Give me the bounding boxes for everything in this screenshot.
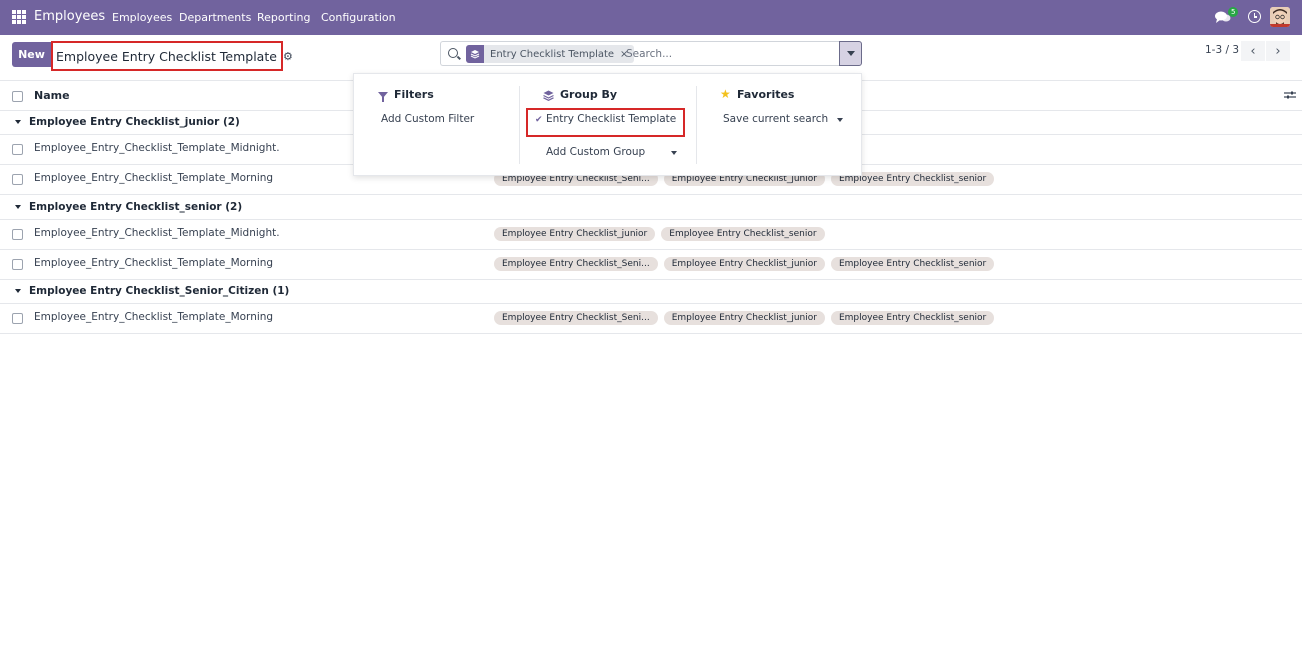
top-navbar: Employees Employees Departments Reportin… bbox=[0, 0, 1302, 35]
column-divider bbox=[696, 86, 697, 164]
search-bar: Entry Checklist Template × bbox=[440, 41, 840, 66]
table-row[interactable]: Employee_Entry_Checklist_Template_Mornin… bbox=[0, 250, 1302, 280]
pager-previous-button[interactable]: ‹ bbox=[1241, 41, 1265, 61]
caret-down-icon bbox=[15, 205, 21, 209]
row-checkbox[interactable] bbox=[12, 174, 23, 185]
filter-icon bbox=[378, 92, 388, 102]
row-checkbox[interactable] bbox=[12, 259, 23, 270]
menu-employees[interactable]: Employees bbox=[112, 11, 172, 24]
row-checkbox[interactable] bbox=[12, 313, 23, 324]
select-all-checkbox[interactable] bbox=[12, 91, 23, 102]
group-label: Employee Entry Checklist_junior (2) bbox=[29, 116, 240, 128]
tag: Employee Entry Checklist_Seni... bbox=[494, 257, 658, 271]
group-label: Employee Entry Checklist_senior (2) bbox=[29, 201, 243, 213]
tag: Employee Entry Checklist_senior bbox=[830, 257, 995, 271]
apps-grid-icon[interactable] bbox=[12, 10, 26, 24]
group-row[interactable]: Employee Entry Checklist_Senior_Citizen … bbox=[0, 280, 1302, 304]
pager-value[interactable]: 1-3 / 3 bbox=[1205, 44, 1239, 56]
caret-down-icon bbox=[15, 289, 21, 293]
tag: Employee Entry Checklist_Seni... bbox=[494, 311, 658, 325]
tag: Employee Entry Checklist_junior bbox=[663, 257, 825, 271]
chevron-down-icon bbox=[671, 151, 677, 155]
pager-next-button[interactable]: › bbox=[1266, 41, 1290, 61]
activity-clock-icon[interactable] bbox=[1248, 10, 1261, 23]
row-name: Employee_Entry_Checklist_Template_Mornin… bbox=[34, 311, 274, 323]
groupby-title: Group By bbox=[560, 88, 618, 101]
tag-list: Employee Entry Checklist_Seni... Employe… bbox=[494, 311, 1000, 325]
chevron-down-icon bbox=[837, 118, 843, 122]
page-title: Employee Entry Checklist Template bbox=[56, 48, 277, 64]
row-name: Employee_Entry_Checklist_Template_Mornin… bbox=[34, 172, 274, 184]
row-name: Employee_Entry_Checklist_Template_Mornin… bbox=[34, 257, 274, 269]
group-row[interactable]: Employee Entry Checklist_senior (2) bbox=[0, 196, 1302, 220]
menu-reporting[interactable]: Reporting bbox=[257, 11, 310, 24]
user-avatar[interactable] bbox=[1270, 7, 1290, 27]
row-checkbox[interactable] bbox=[12, 144, 23, 155]
layers-icon bbox=[543, 90, 554, 101]
search-options-toggle[interactable] bbox=[839, 41, 862, 66]
row-checkbox[interactable] bbox=[12, 229, 23, 240]
row-name: Employee_Entry_Checklist_Template_Midnig… bbox=[34, 142, 280, 154]
chevron-down-icon bbox=[846, 51, 855, 56]
search-panel-dropdown: Filters Add Custom Filter Group By ✔ Ent… bbox=[353, 73, 862, 176]
filters-title: Filters bbox=[394, 88, 434, 101]
search-facet: Entry Checklist Template × bbox=[466, 45, 635, 63]
optional-columns-icon[interactable] bbox=[1284, 90, 1296, 100]
table-row[interactable]: Employee_Entry_Checklist_Template_Mornin… bbox=[0, 304, 1302, 334]
table-row[interactable]: Employee_Entry_Checklist_Template_Midnig… bbox=[0, 220, 1302, 250]
favorites-title: Favorites bbox=[737, 88, 795, 101]
tag-list: Employee Entry Checklist_junior Employee… bbox=[494, 227, 831, 241]
save-current-search-item[interactable]: Save current search bbox=[723, 113, 828, 125]
chat-count-badge: 5 bbox=[1228, 7, 1239, 17]
new-button[interactable]: New bbox=[12, 42, 51, 67]
breadcrumb: Employee Entry Checklist Template ⚙ bbox=[51, 41, 293, 71]
group-label: Employee Entry Checklist_Senior_Citizen … bbox=[29, 285, 290, 297]
tag: Employee Entry Checklist_junior bbox=[663, 311, 825, 325]
tag: Employee Entry Checklist_senior bbox=[830, 311, 995, 325]
app-brand[interactable]: Employees bbox=[34, 9, 105, 24]
groupby-option-entry-checklist-template[interactable]: Entry Checklist Template bbox=[546, 113, 676, 125]
menu-departments[interactable]: Departments bbox=[179, 11, 251, 24]
add-custom-group-select[interactable]: Add Custom Group bbox=[546, 146, 645, 158]
gear-icon[interactable]: ⚙ bbox=[283, 50, 293, 63]
tag: Employee Entry Checklist_senior bbox=[661, 227, 825, 241]
layers-icon bbox=[466, 45, 484, 63]
facet-label: Entry Checklist Template bbox=[490, 48, 615, 60]
tag-list: Employee Entry Checklist_Seni... Employe… bbox=[494, 257, 1000, 271]
checkmark-icon: ✔ bbox=[535, 115, 543, 125]
caret-down-icon bbox=[15, 120, 21, 124]
column-divider bbox=[519, 86, 520, 164]
menu-configuration[interactable]: Configuration bbox=[321, 11, 396, 24]
row-name: Employee_Entry_Checklist_Template_Midnig… bbox=[34, 227, 280, 239]
tag: Employee Entry Checklist_junior bbox=[494, 227, 656, 241]
search-input[interactable] bbox=[626, 46, 836, 62]
column-header-name[interactable]: Name bbox=[34, 89, 70, 102]
add-custom-filter-item[interactable]: Add Custom Filter bbox=[381, 113, 474, 125]
star-icon: ★ bbox=[720, 87, 731, 101]
search-icon bbox=[448, 48, 458, 58]
